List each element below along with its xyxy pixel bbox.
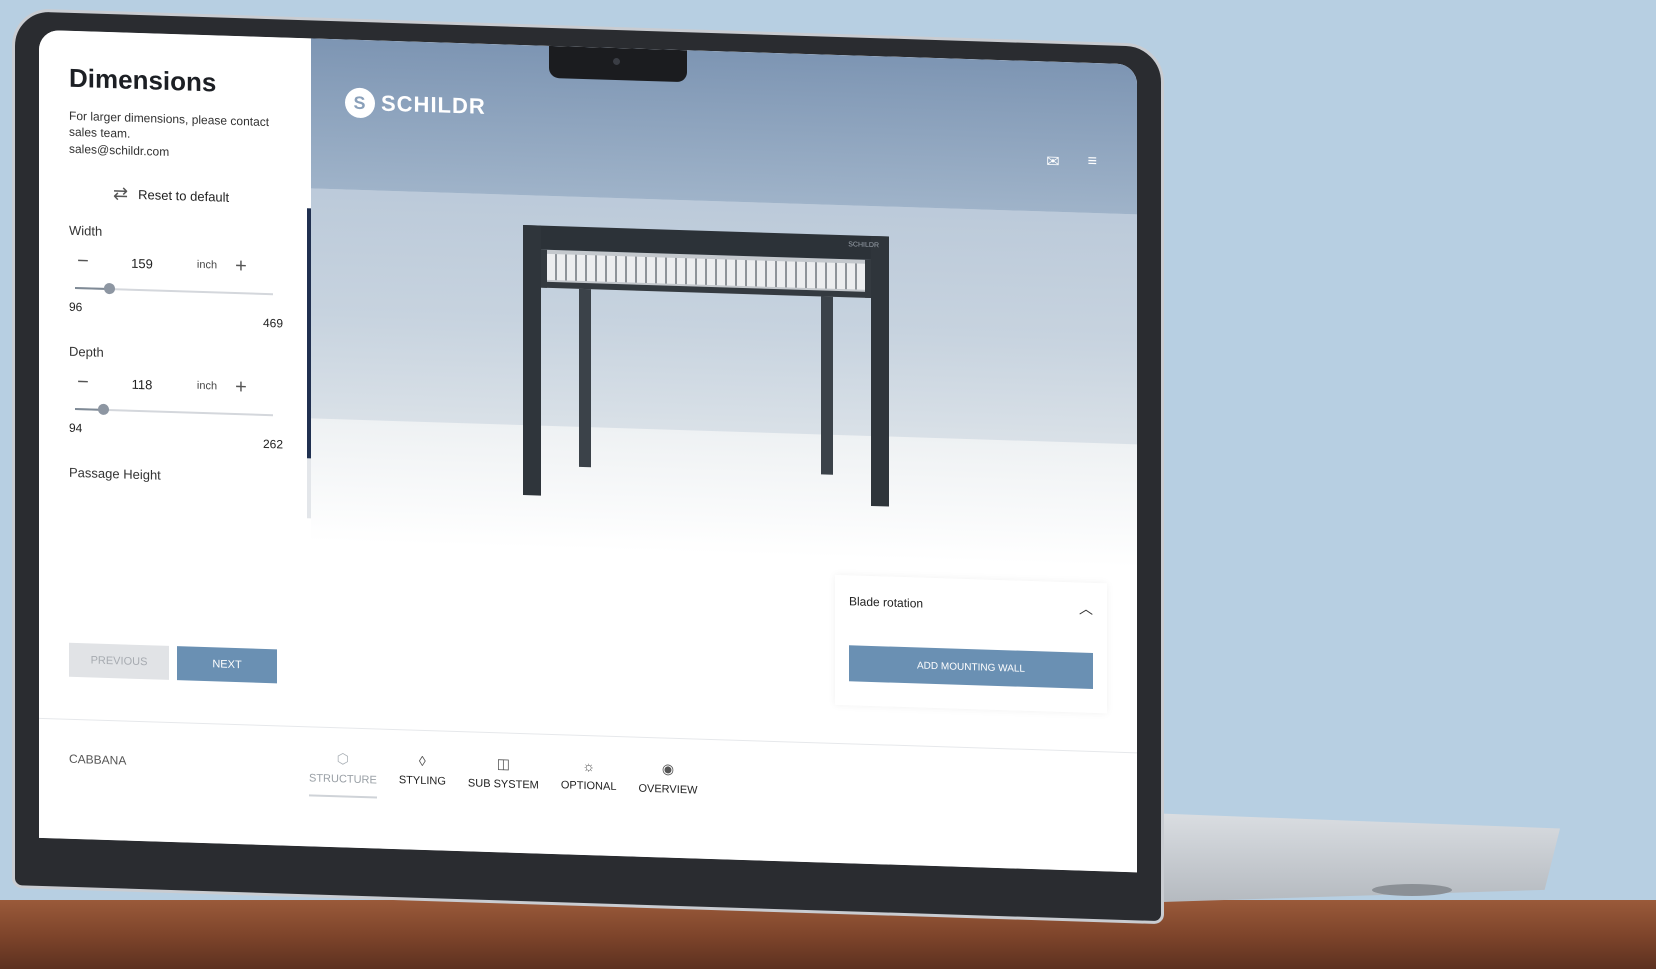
tab-label: STYLING — [398, 774, 446, 788]
dimensions-sidebar: Dimensions For larger dimensions, please… — [39, 29, 311, 727]
pergola-model[interactable]: SCHILDR — [523, 225, 889, 507]
blade-rotation-header[interactable]: Blade rotation ︿ — [849, 591, 1093, 619]
next-button[interactable]: NEXT — [177, 646, 277, 684]
passage-height-label: Passage Height — [69, 464, 161, 483]
pergola-front-post — [523, 225, 541, 496]
menu-icon[interactable]: ≡ — [1088, 153, 1097, 173]
depth-min: 94 — [69, 420, 83, 436]
mail-icon[interactable]: ✉ — [1046, 152, 1059, 172]
tab-label: STRUCTURE — [309, 772, 377, 787]
brand-name: SCHILDR — [381, 90, 486, 119]
blade-rotation-title: Blade rotation — [849, 594, 924, 611]
depth-unit: inch — [196, 379, 218, 393]
depth-label: Depth — [69, 343, 104, 360]
model-name: CABBANA — [69, 751, 127, 768]
width-label: Width — [69, 222, 103, 239]
depth-stepper: − 118 inch + — [69, 371, 283, 398]
width-stepper: − 159 inch + — [69, 250, 283, 277]
depth-max: 262 — [262, 436, 283, 452]
laptop-foot — [1372, 884, 1452, 896]
pergola-brand-mark: SCHILDR — [848, 241, 879, 250]
width-min: 96 — [69, 299, 83, 315]
panel-icon: ◫ — [496, 755, 510, 772]
slider-handle[interactable] — [97, 403, 109, 416]
width-max: 469 — [262, 315, 283, 331]
tab-structure[interactable]: ⬡ STRUCTURE — [309, 749, 377, 799]
page-title: Dimensions — [69, 62, 217, 98]
schildr-logo-icon: S — [345, 87, 375, 119]
tab-sub-system[interactable]: ◫ SUB SYSTEM — [468, 754, 539, 803]
pergola-back-post — [821, 294, 833, 475]
sun-icon: ☼ — [582, 757, 596, 775]
depth-input[interactable]: 118 — [97, 375, 187, 393]
swap-arrows-icon: ⇄ — [113, 183, 129, 204]
config-tabs: ⬡ STRUCTURE ◊ STYLING ◫ SUB SYSTEM ☼ OPT… — [309, 749, 698, 808]
3d-viewport[interactable]: S SCHILDR ✉ ≡ SCHILDR Blade rotation ︿ A… — [311, 38, 1137, 753]
width-slider[interactable] — [69, 280, 283, 303]
pergola-front-post — [871, 235, 889, 507]
previous-button[interactable]: PREVIOUS — [69, 642, 169, 680]
blade-rotation-panel: Blade rotation ︿ ADD MOUNTING WALL — [835, 574, 1107, 714]
laptop-lid: Dimensions For larger dimensions, please… — [12, 8, 1164, 925]
contact-note: For larger dimensions, please contact sa… — [69, 108, 270, 141]
room-ceiling — [311, 38, 1137, 214]
screen: Dimensions For larger dimensions, please… — [39, 29, 1137, 873]
eye-icon: ◉ — [661, 760, 675, 777]
width-unit: inch — [196, 258, 218, 272]
depth-range: 94 262 — [69, 421, 283, 452]
depth-slider[interactable] — [69, 401, 283, 424]
slider-handle[interactable] — [103, 282, 115, 295]
tab-styling[interactable]: ◊ STYLING — [399, 752, 446, 800]
reset-label: Reset to default — [138, 186, 230, 205]
width-input[interactable]: 159 — [97, 254, 187, 272]
add-mounting-wall-button[interactable]: ADD MOUNTING WALL — [849, 645, 1093, 689]
camera-icon — [613, 57, 620, 66]
plus-icon[interactable]: + — [227, 255, 255, 277]
tab-overview[interactable]: ◉ OVERVIEW — [638, 760, 697, 809]
camera-notch — [549, 45, 687, 83]
brand-logo: S SCHILDR — [345, 87, 486, 121]
passage-height-stepper-clipped[interactable] — [69, 492, 283, 509]
tab-optional[interactable]: ☼ OPTIONAL — [561, 757, 617, 806]
tab-label: SUB SYSTEM — [467, 777, 539, 792]
reset-to-default-button[interactable]: ⇄ Reset to default — [113, 183, 283, 209]
tab-label: OPTIONAL — [560, 779, 617, 793]
width-range: 96 469 — [69, 300, 283, 331]
pergola-back-post — [579, 286, 591, 468]
drop-icon: ◊ — [418, 752, 426, 770]
tab-label: OVERVIEW — [638, 782, 698, 797]
minus-icon[interactable]: − — [69, 371, 97, 393]
chevron-up-icon[interactable]: ︿ — [1079, 599, 1093, 619]
minus-icon[interactable]: − — [69, 250, 97, 272]
step-navigation: PREVIOUS NEXT — [69, 642, 277, 684]
cube-icon: ⬡ — [336, 750, 350, 767]
top-right-actions: ✉ ≡ — [1046, 152, 1097, 174]
plus-icon[interactable]: + — [227, 376, 255, 398]
